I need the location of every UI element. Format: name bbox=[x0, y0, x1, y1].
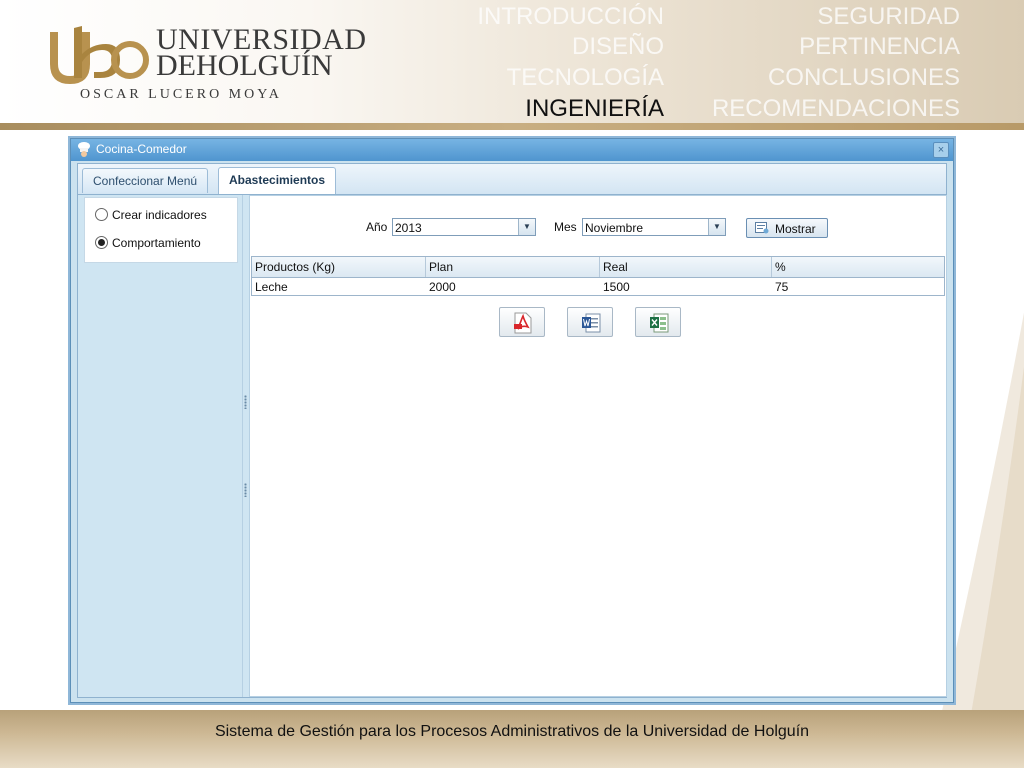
table-header: Productos (Kg) Plan Real % bbox=[252, 257, 944, 278]
show-button-label: Mostrar bbox=[775, 222, 816, 236]
window-title: Cocina-Comedor bbox=[96, 142, 187, 156]
radio-selected-icon[interactable] bbox=[95, 236, 108, 249]
window-content: Confeccionar Menú Abastecimientos Crear … bbox=[77, 163, 947, 698]
logo-subtitle: OSCAR LUCERO MOYA bbox=[80, 87, 282, 102]
grip-icon bbox=[244, 395, 247, 409]
column-header-productos[interactable]: Productos (Kg) bbox=[252, 257, 426, 277]
nav-pertinencia[interactable]: PERTINENCIA bbox=[799, 33, 960, 61]
nav-tecnologia[interactable]: TECNOLOGÍA bbox=[507, 64, 664, 92]
nav-seguridad[interactable]: SEGURIDAD bbox=[817, 3, 960, 31]
table-cell[interactable]: 1500 bbox=[600, 278, 630, 296]
column-header-percent[interactable]: % bbox=[772, 257, 944, 277]
options-box: Crear indicadores Comportamiento bbox=[84, 197, 238, 263]
tab-bar: Confeccionar Menú Abastecimientos bbox=[78, 164, 946, 195]
chef-icon bbox=[78, 142, 90, 157]
chevron-down-icon[interactable]: ▼ bbox=[708, 219, 725, 235]
grip-icon bbox=[244, 483, 247, 497]
results-table: Productos (Kg) Plan Real % Leche 2000 15… bbox=[251, 256, 945, 296]
chevron-down-icon[interactable]: ▼ bbox=[518, 219, 535, 235]
tab-confeccionar-menu[interactable]: Confeccionar Menú bbox=[82, 168, 209, 193]
window-titlebar[interactable]: Cocina-Comedor × bbox=[71, 139, 953, 161]
app-window: Cocina-Comedor × Confeccionar Menú Abast… bbox=[70, 138, 954, 703]
footer-text: Sistema de Gestión para los Procesos Adm… bbox=[214, 723, 810, 740]
nav-diseno[interactable]: DISEÑO bbox=[572, 33, 664, 61]
year-select[interactable]: 2013 ▼ bbox=[392, 218, 536, 236]
options-pane: Crear indicadores Comportamiento bbox=[78, 195, 242, 697]
table-cell[interactable]: Leche bbox=[252, 278, 288, 296]
nav-ingenieria[interactable]: INGENIERÍA bbox=[525, 95, 664, 123]
export-word-button[interactable] bbox=[567, 307, 613, 337]
pdf-icon bbox=[514, 312, 532, 334]
month-select[interactable]: Noviembre ▼ bbox=[582, 218, 726, 236]
header-divider bbox=[0, 123, 1024, 130]
nav-introduccion[interactable]: INTRODUCCIÓN bbox=[477, 3, 664, 31]
report-pane: Año 2013 ▼ Mes Noviembre ▼ Mostrar Produ… bbox=[249, 195, 947, 697]
option-label: Crear indicadores bbox=[112, 208, 207, 222]
export-pdf-button[interactable] bbox=[499, 307, 545, 337]
slide-footer: Sistema de Gestión para los Procesos Adm… bbox=[0, 710, 1024, 768]
column-header-plan[interactable]: Plan bbox=[426, 257, 600, 277]
radio-unselected-icon[interactable] bbox=[95, 208, 108, 221]
show-button[interactable]: Mostrar bbox=[746, 218, 828, 238]
option-label: Comportamiento bbox=[112, 236, 201, 250]
slide-header: UNIVERSIDAD DEHOLGUÍN OSCAR LUCERO MOYA … bbox=[0, 0, 1024, 124]
option-crear-indicadores[interactable]: Crear indicadores bbox=[95, 208, 207, 224]
export-excel-button[interactable] bbox=[635, 307, 681, 337]
tab-abastecimientos[interactable]: Abastecimientos bbox=[218, 167, 337, 194]
nav-recomendaciones[interactable]: RECOMENDACIONES bbox=[712, 95, 960, 123]
year-value: 2013 bbox=[395, 221, 422, 235]
month-label: Mes bbox=[554, 220, 577, 234]
table-cell[interactable]: 75 bbox=[772, 278, 788, 296]
close-icon[interactable]: × bbox=[933, 142, 949, 158]
nav-conclusiones[interactable]: CONCLUSIONES bbox=[768, 64, 960, 92]
column-header-real[interactable]: Real bbox=[600, 257, 772, 277]
pane-splitter[interactable] bbox=[242, 195, 249, 697]
month-value: Noviembre bbox=[585, 221, 644, 235]
table-cell[interactable]: 2000 bbox=[426, 278, 456, 296]
report-icon bbox=[755, 222, 769, 234]
word-icon bbox=[582, 313, 601, 333]
option-comportamiento[interactable]: Comportamiento bbox=[95, 236, 201, 252]
excel-icon bbox=[650, 313, 669, 333]
logo-holguin-text: DEHOLGUÍN bbox=[156, 49, 333, 82]
year-label: Año bbox=[366, 220, 388, 234]
uho-logo-icon bbox=[50, 26, 149, 84]
